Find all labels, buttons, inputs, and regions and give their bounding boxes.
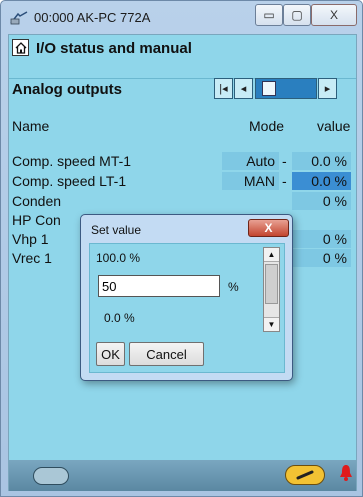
controller-icon[interactable]	[33, 467, 69, 485]
page-header: I/O status and manual	[9, 35, 356, 79]
set-value-dialog: Set value X 100.0 % % 0.0 % ▲ ▼ OK Cance…	[80, 214, 293, 381]
bottom-bar	[9, 460, 356, 491]
row-name: Comp. speed MT-1	[12, 153, 132, 169]
column-header-name: Name	[12, 118, 50, 134]
prev-page-icon: ◂	[240, 83, 247, 95]
app-window: 00:000 AK-PC 772A ▭ ▢ X I/O status and m…	[0, 0, 363, 497]
maximize-icon: ▢	[291, 8, 303, 22]
row-name: Conden	[12, 193, 62, 209]
column-header-mode: Mode	[249, 118, 285, 134]
section-title: Analog outputs	[12, 81, 122, 98]
title-bar[interactable]: 00:000 AK-PC 772A ▭ ▢ X	[1, 1, 362, 34]
row-name: Vhp 1	[12, 231, 49, 247]
max-value-label: 100.0 %	[96, 251, 141, 265]
value-input[interactable]	[98, 275, 220, 297]
column-header-value: value	[317, 118, 351, 134]
table-row[interactable]: Comp. speed LT-1 MAN - 0.0 %	[9, 172, 356, 190]
table-row[interactable]: Conden 0 %	[9, 192, 356, 210]
dialog-body: 100.0 % % 0.0 % ▲ ▼ OK Cancel	[89, 243, 285, 373]
home-icon	[15, 41, 26, 54]
scroll-thumb[interactable]	[265, 264, 278, 304]
maximize-button[interactable]: ▢	[283, 4, 311, 26]
minimize-button[interactable]: ▭	[255, 4, 283, 26]
row-value-selected[interactable]: 0.0 %	[292, 172, 351, 190]
row-separator: -	[282, 153, 287, 169]
alarm-bell-icon[interactable]	[339, 463, 353, 483]
min-value-label: 0.0 %	[104, 311, 135, 325]
table-row[interactable]: Comp. speed MT-1 Auto - 0.0 %	[9, 152, 356, 170]
window-title: 00:000 AK-PC 772A	[34, 10, 151, 25]
next-page-icon: ▸	[324, 83, 331, 95]
first-page-icon: |◂	[219, 83, 228, 95]
scroll-thumb[interactable]	[262, 81, 276, 96]
row-mode[interactable]: MAN	[222, 172, 279, 190]
row-mode[interactable]: Auto	[222, 152, 279, 170]
ok-button[interactable]: OK	[96, 342, 125, 366]
row-value[interactable]: 0 %	[292, 249, 351, 267]
app-icon	[10, 11, 28, 25]
dialog-close-button[interactable]: X	[248, 219, 289, 237]
home-button[interactable]	[12, 39, 29, 56]
page-title: I/O status and manual	[36, 40, 192, 57]
cancel-button[interactable]: Cancel	[129, 342, 204, 366]
unit-label: %	[228, 280, 239, 294]
row-value[interactable]: 0.0 %	[292, 152, 351, 170]
row-value[interactable]: 0 %	[292, 192, 351, 210]
nav-next-button[interactable]: ▸	[318, 78, 337, 99]
value-scrollbar[interactable]: ▲ ▼	[263, 247, 280, 332]
scroll-down-icon[interactable]: ▼	[264, 317, 279, 331]
page-scrollbar[interactable]	[255, 78, 317, 99]
row-value[interactable]: 0 %	[292, 230, 351, 248]
row-name: Vrec 1	[12, 250, 52, 266]
close-icon: X	[264, 221, 273, 235]
nav-prev-button[interactable]: ◂	[234, 78, 253, 99]
close-button[interactable]: X	[311, 4, 357, 26]
wrench-icon[interactable]	[285, 465, 325, 485]
row-separator: -	[282, 173, 287, 189]
nav-first-button[interactable]: |◂	[214, 78, 233, 99]
close-icon: X	[329, 8, 338, 22]
row-name: HP Con	[12, 212, 61, 228]
row-name: Comp. speed LT-1	[12, 173, 127, 189]
dialog-title: Set value	[91, 223, 142, 237]
scroll-up-icon[interactable]: ▲	[264, 248, 279, 262]
minimize-icon: ▭	[263, 8, 275, 22]
